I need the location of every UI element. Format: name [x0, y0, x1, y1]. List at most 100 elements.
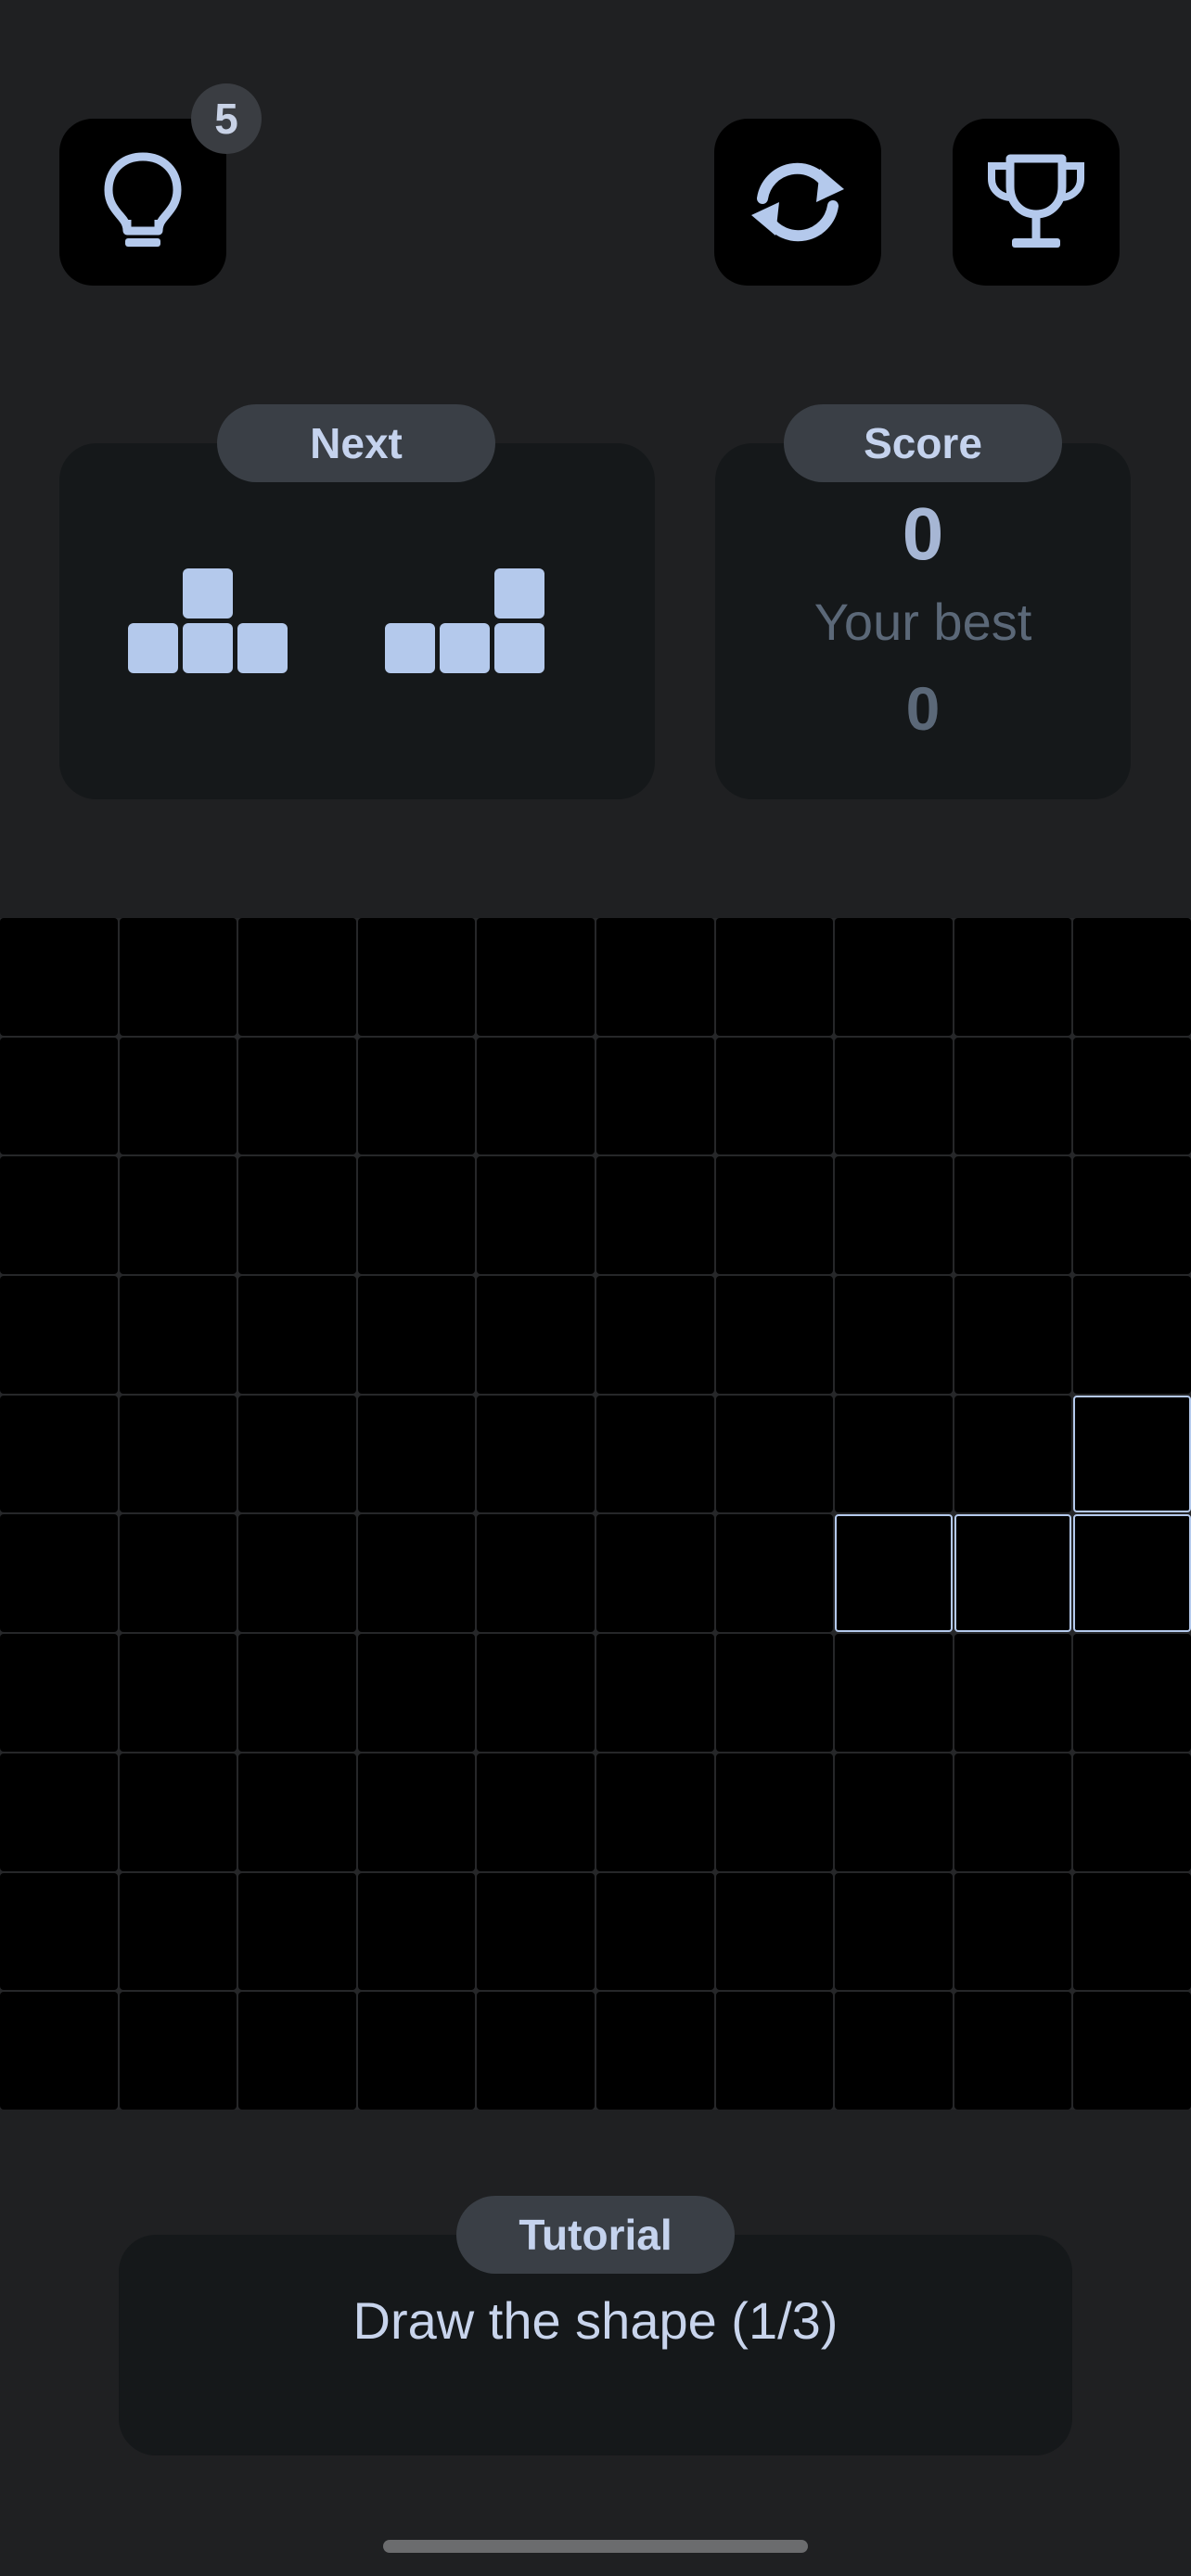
board-cell[interactable]: [715, 1872, 834, 1991]
board-cell[interactable]: [596, 1753, 714, 1871]
board-cell[interactable]: [119, 1992, 237, 2110]
board-cell[interactable]: [596, 1872, 714, 1991]
board-cell[interactable]: [477, 1514, 595, 1633]
leaderboard-button[interactable]: [953, 119, 1120, 286]
board-cell[interactable]: [238, 1037, 356, 1155]
board-cell[interactable]: [835, 1156, 953, 1275]
board-cell[interactable]: [596, 1037, 714, 1155]
board-cell[interactable]: [1073, 1276, 1191, 1394]
board-cell[interactable]: [715, 1395, 834, 1513]
board-cell[interactable]: [477, 1156, 595, 1275]
board-cell[interactable]: [0, 918, 118, 1036]
board-cell[interactable]: [1073, 1634, 1191, 1752]
board-cell[interactable]: [477, 918, 595, 1036]
board-cell[interactable]: [0, 1037, 118, 1155]
board-cell[interactable]: [954, 1276, 1072, 1394]
board-cell[interactable]: [357, 1514, 476, 1633]
board-cell[interactable]: [835, 1634, 953, 1752]
game-board[interactable]: [0, 918, 1191, 2110]
board-cell[interactable]: [715, 1037, 834, 1155]
board-cell-target[interactable]: [1073, 1395, 1191, 1513]
board-cell[interactable]: [954, 1753, 1072, 1871]
board-cell[interactable]: [0, 1156, 118, 1275]
board-cell[interactable]: [477, 1037, 595, 1155]
board-cell[interactable]: [835, 1992, 953, 2110]
board-cell[interactable]: [238, 1872, 356, 1991]
board-cell[interactable]: [835, 1037, 953, 1155]
board-cell[interactable]: [954, 1037, 1072, 1155]
board-cell[interactable]: [715, 1992, 834, 2110]
board-cell[interactable]: [0, 1872, 118, 1991]
board-cell[interactable]: [954, 918, 1072, 1036]
board-cell[interactable]: [357, 1395, 476, 1513]
board-cell[interactable]: [715, 1276, 834, 1394]
board-cell[interactable]: [477, 1276, 595, 1394]
board-cell-target[interactable]: [835, 1514, 953, 1633]
board-cell[interactable]: [715, 1634, 834, 1752]
board-cell[interactable]: [238, 1753, 356, 1871]
board-cell[interactable]: [1073, 1156, 1191, 1275]
board-cell[interactable]: [357, 1037, 476, 1155]
board-cell[interactable]: [954, 1156, 1072, 1275]
board-cell[interactable]: [119, 1156, 237, 1275]
restart-button[interactable]: [714, 119, 881, 286]
board-cell[interactable]: [357, 1156, 476, 1275]
board-cell[interactable]: [477, 1872, 595, 1991]
board-cell[interactable]: [1073, 1753, 1191, 1871]
board-cell[interactable]: [238, 1634, 356, 1752]
board-cell[interactable]: [119, 1276, 237, 1394]
board-cell[interactable]: [357, 1872, 476, 1991]
board-cell[interactable]: [0, 1395, 118, 1513]
board-cell[interactable]: [119, 1037, 237, 1155]
board-cell[interactable]: [835, 1872, 953, 1991]
board-cell[interactable]: [238, 1992, 356, 2110]
board-cell[interactable]: [0, 1514, 118, 1633]
board-cell[interactable]: [954, 1992, 1072, 2110]
board-cell[interactable]: [119, 1634, 237, 1752]
board-cell[interactable]: [477, 1992, 595, 2110]
board-cell[interactable]: [119, 1514, 237, 1633]
board-cell[interactable]: [596, 1395, 714, 1513]
board-cell[interactable]: [835, 1276, 953, 1394]
board-cell[interactable]: [596, 918, 714, 1036]
board-cell[interactable]: [357, 1634, 476, 1752]
board-cell[interactable]: [238, 1395, 356, 1513]
board-cell[interactable]: [238, 1276, 356, 1394]
board-cell[interactable]: [596, 1634, 714, 1752]
board-cell[interactable]: [119, 1872, 237, 1991]
board-cell[interactable]: [835, 1753, 953, 1871]
board-cell[interactable]: [119, 918, 237, 1036]
board-cell[interactable]: [1073, 918, 1191, 1036]
board-cell[interactable]: [715, 1514, 834, 1633]
board-cell[interactable]: [1073, 1872, 1191, 1991]
board-cell[interactable]: [835, 1395, 953, 1513]
board-cell[interactable]: [715, 1753, 834, 1871]
board-cell[interactable]: [715, 918, 834, 1036]
board-cell[interactable]: [954, 1395, 1072, 1513]
board-cell[interactable]: [0, 1276, 118, 1394]
board-cell[interactable]: [715, 1156, 834, 1275]
board-cell[interactable]: [596, 1514, 714, 1633]
board-cell[interactable]: [954, 1634, 1072, 1752]
board-cell[interactable]: [596, 1992, 714, 2110]
board-cell[interactable]: [238, 918, 356, 1036]
board-cell[interactable]: [357, 1753, 476, 1871]
board-cell[interactable]: [238, 1514, 356, 1633]
board-cell-target[interactable]: [954, 1514, 1072, 1633]
board-cell[interactable]: [357, 1992, 476, 2110]
board-cell[interactable]: [835, 918, 953, 1036]
board-cell[interactable]: [119, 1753, 237, 1871]
board-cell[interactable]: [357, 918, 476, 1036]
board-cell[interactable]: [119, 1395, 237, 1513]
board-cell[interactable]: [0, 1753, 118, 1871]
board-cell[interactable]: [1073, 1037, 1191, 1155]
board-cell[interactable]: [1073, 1992, 1191, 2110]
board-cell-target[interactable]: [1073, 1514, 1191, 1633]
board-cell[interactable]: [596, 1276, 714, 1394]
board-cell[interactable]: [477, 1634, 595, 1752]
board-cell[interactable]: [477, 1753, 595, 1871]
board-cell[interactable]: [238, 1156, 356, 1275]
home-indicator[interactable]: [383, 2540, 808, 2553]
board-cell[interactable]: [954, 1872, 1072, 1991]
board-cell[interactable]: [357, 1276, 476, 1394]
